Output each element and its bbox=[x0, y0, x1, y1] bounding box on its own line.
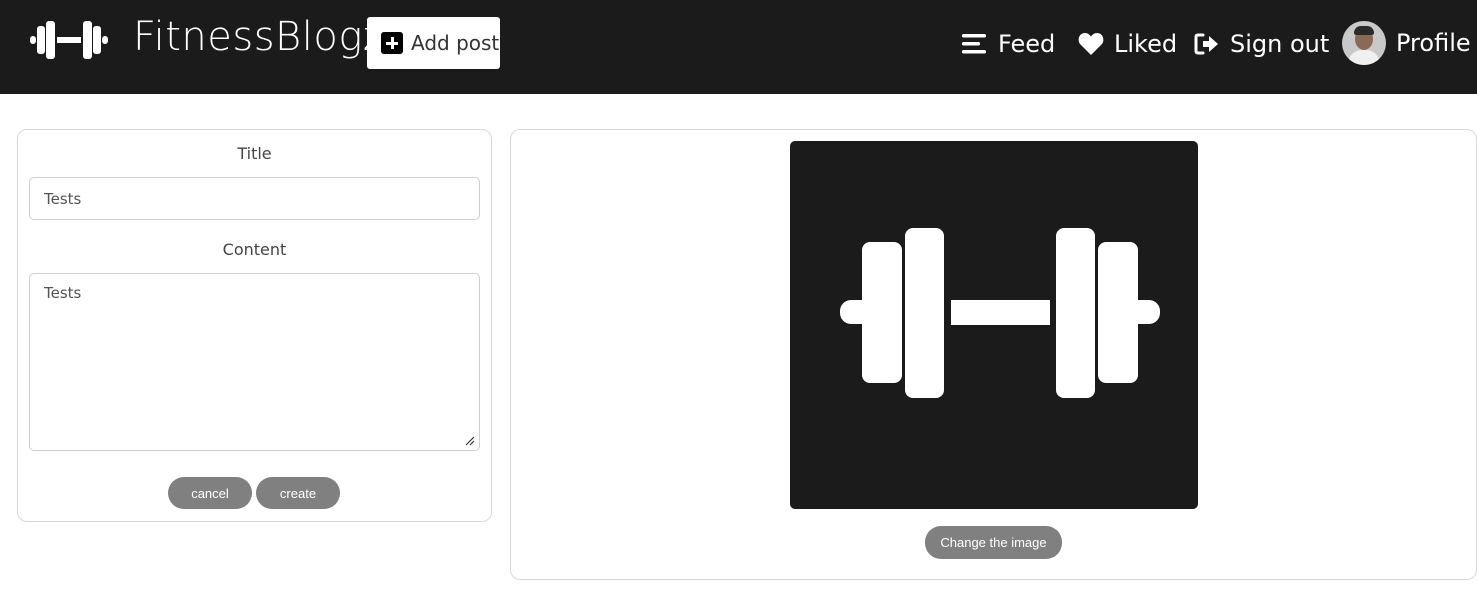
add-post-label: Add post bbox=[411, 31, 500, 55]
heart-icon bbox=[1078, 32, 1104, 55]
nav-sign-out-label: Sign out bbox=[1230, 30, 1330, 58]
navbar: FitnessBlogz Add post Feed Liked Sign ou… bbox=[0, 0, 1477, 94]
image-card: Change the image bbox=[510, 129, 1477, 580]
nav-profile-label: Profile bbox=[1396, 29, 1471, 57]
sign-out-icon bbox=[1194, 33, 1218, 55]
cancel-button[interactable]: cancel bbox=[168, 477, 252, 509]
dumbbell-logo-icon[interactable] bbox=[30, 18, 108, 62]
title-label: Title bbox=[237, 144, 272, 163]
post-form-card: Title Content Tests cancel create bbox=[17, 129, 492, 522]
create-button[interactable]: create bbox=[256, 477, 340, 509]
bars-icon bbox=[962, 34, 986, 54]
nav-profile[interactable]: Profile bbox=[1342, 20, 1471, 66]
change-image-button[interactable]: Change the image bbox=[925, 526, 1062, 559]
post-image-preview bbox=[790, 141, 1198, 509]
nav-liked[interactable]: Liked bbox=[1078, 26, 1177, 62]
nav-feed-label: Feed bbox=[998, 30, 1056, 58]
nav-liked-label: Liked bbox=[1114, 30, 1178, 58]
add-post-button[interactable]: Add post bbox=[367, 17, 500, 69]
nav-sign-out[interactable]: Sign out bbox=[1194, 26, 1329, 62]
content-label: Content bbox=[222, 240, 287, 259]
content-textarea[interactable]: Tests bbox=[29, 273, 480, 451]
nav-feed[interactable]: Feed bbox=[962, 26, 1055, 62]
resize-handle-icon[interactable] bbox=[465, 436, 475, 446]
plus-square-icon bbox=[381, 32, 403, 54]
dumbbell-icon bbox=[840, 228, 1160, 398]
avatar bbox=[1342, 21, 1386, 65]
title-input[interactable] bbox=[29, 177, 480, 220]
brand-title[interactable]: FitnessBlogz bbox=[133, 12, 384, 62]
